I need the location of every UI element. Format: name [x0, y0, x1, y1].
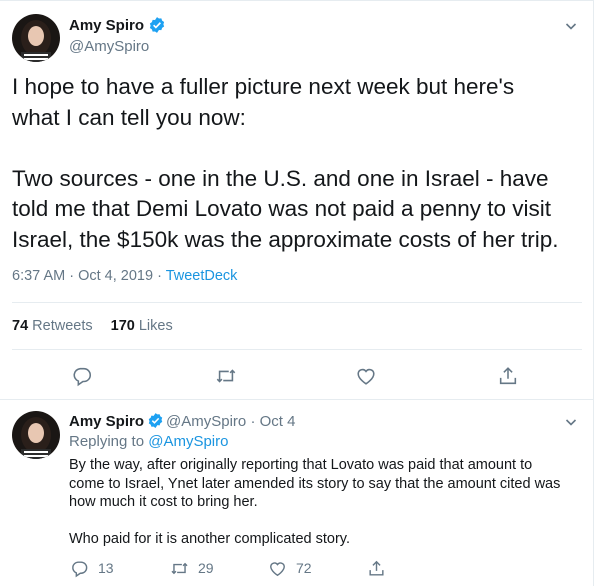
author-name[interactable]: Amy Spiro: [69, 17, 144, 34]
like-icon: [270, 561, 285, 576]
reply-count: 13: [98, 560, 114, 576]
share-icon[interactable]: [497, 365, 519, 387]
replying-label: Replying to: [69, 433, 149, 450]
author-name[interactable]: Amy Spiro: [69, 413, 144, 430]
like-button[interactable]: 72: [268, 558, 312, 578]
share-button[interactable]: [367, 558, 386, 578]
top-divider: [0, 0, 594, 1]
retweet-icon: [171, 562, 188, 574]
tweet-date[interactable]: · Oct 4: [250, 413, 295, 430]
likes-count: 170: [110, 318, 135, 334]
reply-text: By the way, after originally reporting t…: [69, 457, 561, 547]
retweets-stat[interactable]: 74 Retweets: [12, 318, 93, 334]
reply-header: Amy Spiro @AmySpiro · Oct 4: [69, 412, 295, 430]
author-handle[interactable]: @AmySpiro: [69, 38, 149, 55]
reply-icon: [72, 560, 88, 577]
verified-badge-icon: [147, 412, 164, 429]
reply-button[interactable]: 13: [70, 558, 114, 578]
divider: [12, 349, 582, 350]
like-icon[interactable]: [355, 365, 377, 387]
tweet-stats: 74 Retweets 170 Likes: [12, 318, 173, 334]
tweet-meta: 6:37 AM · Oct 4, 2019 · TweetDeck: [12, 268, 237, 284]
retweet-count: 29: [198, 560, 214, 576]
retweets-count: 74: [12, 318, 29, 334]
share-icon: [369, 560, 384, 576]
retweet-button[interactable]: 29: [170, 558, 214, 578]
mention-link[interactable]: @AmySpiro: [148, 433, 228, 450]
timestamp[interactable]: 6:37 AM · Oct 4, 2019 ·: [12, 268, 166, 284]
divider: [12, 302, 582, 303]
tweet-separator: [0, 399, 594, 400]
chevron-down-icon[interactable]: [563, 414, 579, 430]
author-handle[interactable]: @AmySpiro: [166, 413, 246, 430]
likes-label: Likes: [138, 318, 173, 334]
chevron-down-icon[interactable]: [563, 18, 579, 34]
verified-badge-icon: [148, 16, 166, 34]
tweet-text: I hope to have a fuller picture next wee…: [12, 74, 559, 252]
replying-to: Replying to @AmySpiro: [69, 433, 228, 450]
reply-icon[interactable]: [71, 365, 93, 387]
avatar[interactable]: [12, 14, 60, 62]
like-count: 72: [296, 560, 312, 576]
retweet-icon[interactable]: [215, 365, 237, 387]
likes-stat[interactable]: 170 Likes: [111, 318, 173, 334]
source-link[interactable]: TweetDeck: [166, 268, 238, 284]
avatar[interactable]: [12, 411, 60, 459]
retweets-label: Retweets: [32, 318, 93, 334]
